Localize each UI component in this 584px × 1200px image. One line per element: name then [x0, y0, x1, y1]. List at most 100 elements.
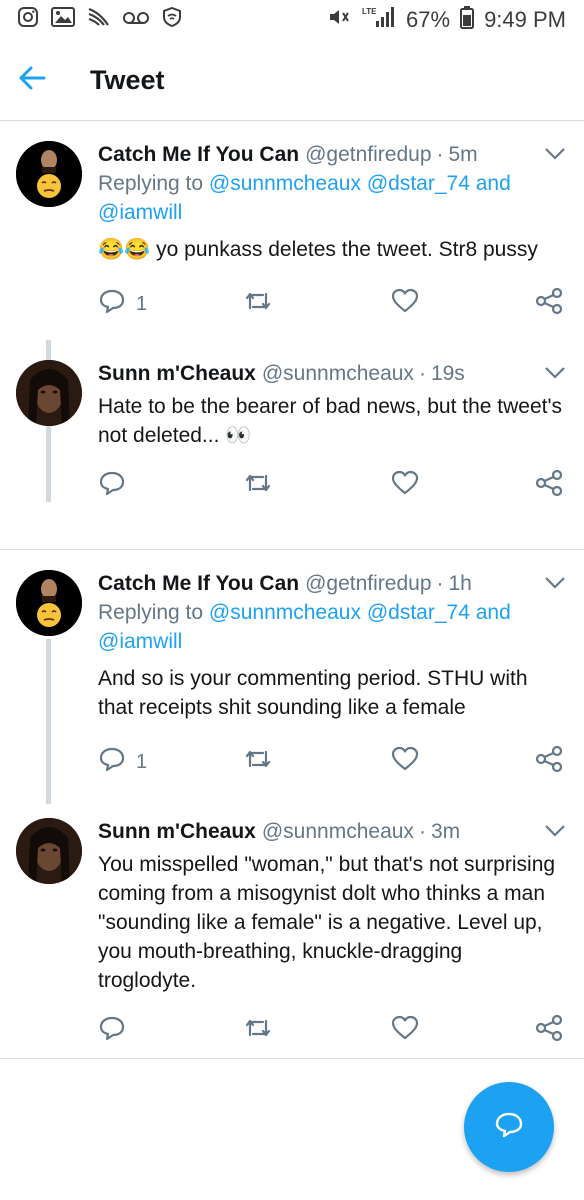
conversation-thread-1: Catch Me If You Can @getnfiredup · 5m Re… [0, 121, 584, 550]
replying-to-label: Replying to [98, 172, 204, 195]
status-bar: LTE 67% 9:49 PM [0, 0, 584, 40]
separator-dot: · [436, 572, 444, 595]
tweet-actions [98, 1007, 564, 1055]
tweet[interactable]: Catch Me If You Can @getnfiredup · 5m Re… [0, 121, 584, 328]
mention-link[interactable]: @iamwill [98, 201, 182, 224]
instagram-icon [16, 5, 40, 35]
reply-icon [98, 288, 126, 320]
reply-icon [98, 746, 126, 778]
user-handle[interactable]: @sunnmcheaux [262, 360, 414, 388]
gallery-icon [50, 5, 76, 35]
reply-icon [98, 1015, 126, 1047]
tweet-body: And so is your commenting period. STHU w… [98, 667, 528, 719]
tweet[interactable]: Sunn m'Cheaux @sunnmcheaux · 3m You miss… [0, 786, 584, 1055]
chevron-down-icon[interactable] [544, 824, 566, 843]
tweet-time: 19s [430, 362, 465, 385]
user-handle[interactable]: @getnfiredup [305, 570, 431, 598]
user-handle[interactable]: @getnfiredup [305, 141, 431, 169]
heart-icon [391, 1015, 419, 1047]
reply-button[interactable] [98, 470, 243, 502]
replying-to: Replying to @sunnmcheaux @dstar_74 and @… [98, 169, 564, 227]
replying-to: Replying to @sunnmcheaux @dstar_74 and @… [98, 598, 564, 656]
back-arrow-icon [17, 65, 47, 96]
mute-vibrate-icon [326, 5, 352, 35]
avatar[interactable] [16, 141, 82, 207]
tweet-header: Catch Me If You Can @getnfiredup · 5m [98, 141, 564, 169]
tweet-body: You misspelled "woman," but that's not s… [98, 853, 556, 992]
tweet-text: 😂😂 yo punkass deletes the tweet. Str8 pu… [98, 235, 564, 264]
status-bar-right: LTE 67% 9:49 PM [326, 5, 566, 35]
laughing-emoji: 😂😂 [98, 238, 151, 261]
share-button[interactable] [534, 745, 564, 779]
reply-icon [98, 470, 126, 502]
tweet-body: yo punkass deletes the tweet. Str8 pussy [156, 238, 538, 261]
avatar[interactable] [16, 818, 82, 884]
reply-button[interactable]: 1 [98, 746, 243, 778]
share-icon [534, 745, 564, 779]
tweet-text: You misspelled "woman," but that's not s… [98, 850, 564, 995]
tweet[interactable]: Catch Me If You Can @getnfiredup · 1h Re… [0, 550, 584, 786]
tweet-header: Sunn m'Cheaux @sunnmcheaux · 3m [98, 818, 564, 846]
reply-count: 1 [136, 750, 148, 773]
compose-reply-button[interactable] [464, 1082, 554, 1172]
battery-percent: 67% [406, 7, 451, 32]
separator-dot: · [418, 820, 426, 843]
retweet-icon [243, 1016, 273, 1046]
conversation-thread-2: Catch Me If You Can @getnfiredup · 1h Re… [0, 550, 584, 1059]
retweet-button[interactable] [243, 289, 392, 319]
mention-link[interactable]: @iamwill [98, 630, 182, 653]
heart-icon [391, 470, 419, 502]
like-button[interactable] [391, 288, 534, 320]
share-icon [534, 469, 564, 503]
retweet-button[interactable] [243, 471, 392, 501]
mention-link[interactable]: @sunnmcheaux [209, 601, 361, 624]
svg-text:LTE: LTE [362, 7, 377, 16]
back-button[interactable] [0, 48, 64, 112]
voicemail-icon [122, 5, 150, 35]
like-button[interactable] [391, 470, 534, 502]
reply-button[interactable]: 1 [98, 288, 243, 320]
tweet-text: Hate to be the bearer of bad news, but t… [98, 392, 564, 450]
vpn-shield-icon [160, 5, 184, 35]
heart-icon [391, 746, 419, 778]
mention-and[interactable]: and [476, 601, 511, 624]
replying-to-label: Replying to [98, 601, 204, 624]
tweet[interactable]: Sunn m'Cheaux @sunnmcheaux · 19s Hate to… [0, 328, 584, 510]
mention-and[interactable]: and [476, 172, 511, 195]
tweet-actions: 1 [98, 738, 564, 786]
reply-button[interactable] [98, 1015, 243, 1047]
share-icon [534, 287, 564, 321]
share-icon [534, 1014, 564, 1048]
heart-icon [391, 288, 419, 320]
tweet-body: Hate to be the bearer of bad news, but t… [98, 395, 562, 447]
separator-dot: · [436, 143, 444, 166]
mention-link[interactable]: @sunnmcheaux [209, 172, 361, 195]
display-name[interactable]: Sunn m'Cheaux [98, 818, 256, 846]
display-name[interactable]: Catch Me If You Can [98, 570, 299, 598]
avatar[interactable] [16, 570, 82, 636]
avatar[interactable] [16, 360, 82, 426]
share-button[interactable] [534, 287, 564, 321]
reply-count: 1 [136, 292, 148, 315]
share-button[interactable] [534, 1014, 564, 1048]
mention-link[interactable]: @dstar_74 [367, 601, 470, 624]
retweet-button[interactable] [243, 747, 392, 777]
like-button[interactable] [391, 746, 534, 778]
chevron-down-icon[interactable] [544, 576, 566, 595]
chevron-down-icon[interactable] [544, 366, 566, 385]
retweet-button[interactable] [243, 1016, 392, 1046]
tweet-time: 5m [448, 143, 478, 166]
share-button[interactable] [534, 469, 564, 503]
tweet-time: 1h [448, 572, 472, 595]
mention-link[interactable]: @dstar_74 [367, 172, 470, 195]
tweet-header: Sunn m'Cheaux @sunnmcheaux · 19s [98, 360, 564, 388]
chevron-down-icon[interactable] [544, 147, 566, 166]
user-handle[interactable]: @sunnmcheaux [262, 818, 414, 846]
display-name[interactable]: Sunn m'Cheaux [98, 360, 256, 388]
retweet-icon [243, 747, 273, 777]
retweet-icon [243, 471, 273, 501]
eyes-emoji: 👀 [225, 424, 252, 447]
like-button[interactable] [391, 1015, 534, 1047]
display-name[interactable]: Catch Me If You Can [98, 141, 299, 169]
reply-bubble-icon [494, 1111, 524, 1144]
